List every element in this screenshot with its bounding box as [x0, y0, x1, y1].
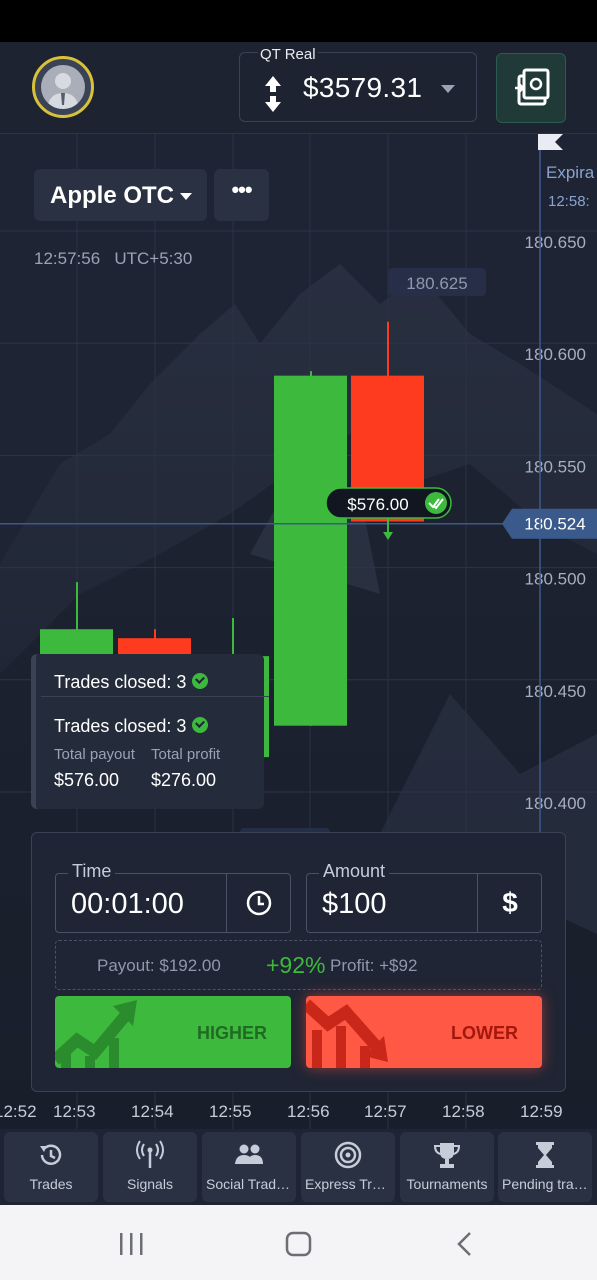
check-circle-icon: [192, 673, 209, 690]
trades-closed-text: Trades closed: 3: [54, 716, 187, 736]
svg-text:$: $: [502, 887, 518, 918]
recent-apps-icon[interactable]: [120, 1233, 143, 1255]
avatar[interactable]: [32, 56, 94, 118]
price-tick-label: 180.550: [525, 457, 586, 476]
nav-label: Social Trading: [206, 1176, 295, 1192]
asset-name: Apple OTC: [50, 182, 174, 209]
nav-item-signals[interactable]: Signals: [103, 1132, 197, 1202]
price-tick-label: 180.600: [525, 345, 586, 364]
target-icon: [334, 1141, 362, 1169]
nav-label: Pending trades: [502, 1176, 592, 1192]
hourglass-icon: [536, 1142, 554, 1168]
more-dots-icon: •••: [231, 177, 252, 202]
price-tick-label: 180.500: [525, 570, 586, 589]
nav-label: Signals: [127, 1176, 173, 1192]
time-tick-label: 12:55: [209, 1102, 252, 1121]
time-tick-label: 12:54: [131, 1102, 174, 1121]
amount-label: Amount: [319, 861, 390, 882]
price-tick-label: 180.450: [525, 682, 586, 701]
time-value[interactable]: 00:01:00: [71, 888, 184, 921]
total-payout-label: Total payout: [54, 746, 135, 763]
trading-app: QT Real $3579.31 180.650 180.600 180.550 18…: [0, 42, 597, 1205]
chart-clock: 12:57:56 UTC+5:30: [34, 249, 192, 269]
trade-marker-amount: $576.00: [347, 495, 408, 514]
time-field[interactable]: Time 00:01:00: [55, 861, 291, 933]
current-price-label: 180.524: [524, 515, 585, 534]
signal-antenna-icon: [136, 1140, 164, 1168]
time-tick-label: 12:56: [287, 1102, 330, 1121]
lower-button[interactable]: LOWER: [306, 996, 542, 1068]
currency-button[interactable]: $: [477, 874, 541, 932]
time-tick-label: 12:53: [53, 1102, 96, 1121]
clock-icon: [246, 890, 272, 916]
time-tick-label: 12:58: [442, 1102, 485, 1121]
divider: [41, 696, 269, 697]
nav-item-social-trading[interactable]: Social Trading: [202, 1132, 296, 1202]
time-tick-label: 12:52: [0, 1102, 37, 1121]
lower-label: LOWER: [451, 1023, 518, 1043]
bottom-navigation: Trades Signals Social Trading Express Tr…: [0, 1129, 597, 1205]
high-marker-label: 180.625: [406, 274, 467, 293]
chevron-down-icon: [180, 193, 192, 200]
nav-label: Express Trades: [305, 1176, 395, 1192]
system-navigation-bar: [0, 1205, 597, 1280]
nav-item-trades[interactable]: Trades: [4, 1132, 98, 1202]
cash-icon: [515, 68, 550, 106]
time-tick-label: 12:57: [364, 1102, 407, 1121]
chart-time: 12:57:56: [34, 249, 101, 268]
payout-percent: +92%: [266, 952, 326, 978]
chevron-down-icon: [441, 85, 455, 93]
amount-field[interactable]: Amount $100 $: [306, 861, 542, 933]
higher-label: HIGHER: [196, 1023, 267, 1043]
price-tick-label: 180.650: [525, 233, 586, 252]
account-balance: $3579.31: [303, 72, 423, 103]
trades-closed-detail: Trades closed: 3: [54, 716, 209, 737]
total-payout-value: $576.00: [54, 770, 120, 790]
profit-text: Profit: +$92: [330, 956, 418, 975]
total-profit-label: Total profit: [151, 746, 221, 763]
higher-button[interactable]: HIGHER: [55, 996, 291, 1068]
candle-body: [274, 375, 347, 726]
swap-arrows-icon: [265, 76, 281, 112]
time-axis: 12:52 12:53 12:54 12:55 12:56 12:57 12:58 12:59: [0, 1102, 597, 1126]
status-bar: [0, 0, 597, 42]
home-icon[interactable]: [285, 1231, 312, 1257]
order-panel: Time 00:01:00 Amount $100 $ Payout: $192…: [31, 832, 566, 1092]
payout-text: Payout: $192.00: [97, 956, 221, 975]
nav-label: Tournaments: [406, 1176, 488, 1192]
more-options-button[interactable]: •••: [214, 169, 269, 221]
time-label: Time: [68, 861, 116, 882]
trade-marker-arrow: [383, 532, 393, 540]
top-bar: QT Real $3579.31: [0, 42, 597, 134]
check-circle-icon: [192, 717, 209, 734]
time-tick-label: 12:59: [520, 1102, 563, 1121]
payout-summary: Payout: $192.00 +92% Profit: +$92: [55, 940, 542, 990]
amount-value[interactable]: $100: [322, 888, 387, 921]
asset-selector[interactable]: Apple OTC: [34, 169, 207, 221]
total-profit-value: $276.00: [151, 770, 217, 790]
trades-closed-popup[interactable]: Trades closed: 3 Trades closed: 3 Total …: [31, 654, 269, 809]
dollar-icon: $: [502, 887, 518, 918]
expiration-label: Expira: [546, 163, 595, 182]
expiration-flag-icon: [538, 134, 563, 150]
chart-down-icon: [306, 999, 388, 1068]
trades-closed-text: Trades closed: 3: [54, 672, 187, 692]
nav-label: Trades: [29, 1176, 73, 1192]
expiration-time: 12:58:: [548, 193, 590, 210]
chart-timezone: UTC+5:30: [114, 249, 193, 268]
chart-up-icon: [55, 1000, 137, 1068]
account-type-label: QT Real: [258, 46, 318, 63]
nav-item-tournaments[interactable]: Tournaments: [400, 1132, 494, 1202]
nav-item-express-trades[interactable]: Express Trades: [301, 1132, 395, 1202]
trades-closed-summary: Trades closed: 3: [54, 672, 209, 693]
price-tick-label: 180.400: [525, 794, 586, 813]
back-icon[interactable]: [457, 1232, 471, 1256]
trophy-icon: [433, 1143, 461, 1168]
clock-button[interactable]: [226, 874, 290, 932]
nav-item-pending-trades[interactable]: Pending trades: [498, 1132, 592, 1202]
history-icon: [40, 1144, 62, 1165]
user-silhouette-icon: [41, 65, 85, 109]
users-icon: [235, 1144, 263, 1164]
deposit-button[interactable]: [496, 53, 566, 123]
